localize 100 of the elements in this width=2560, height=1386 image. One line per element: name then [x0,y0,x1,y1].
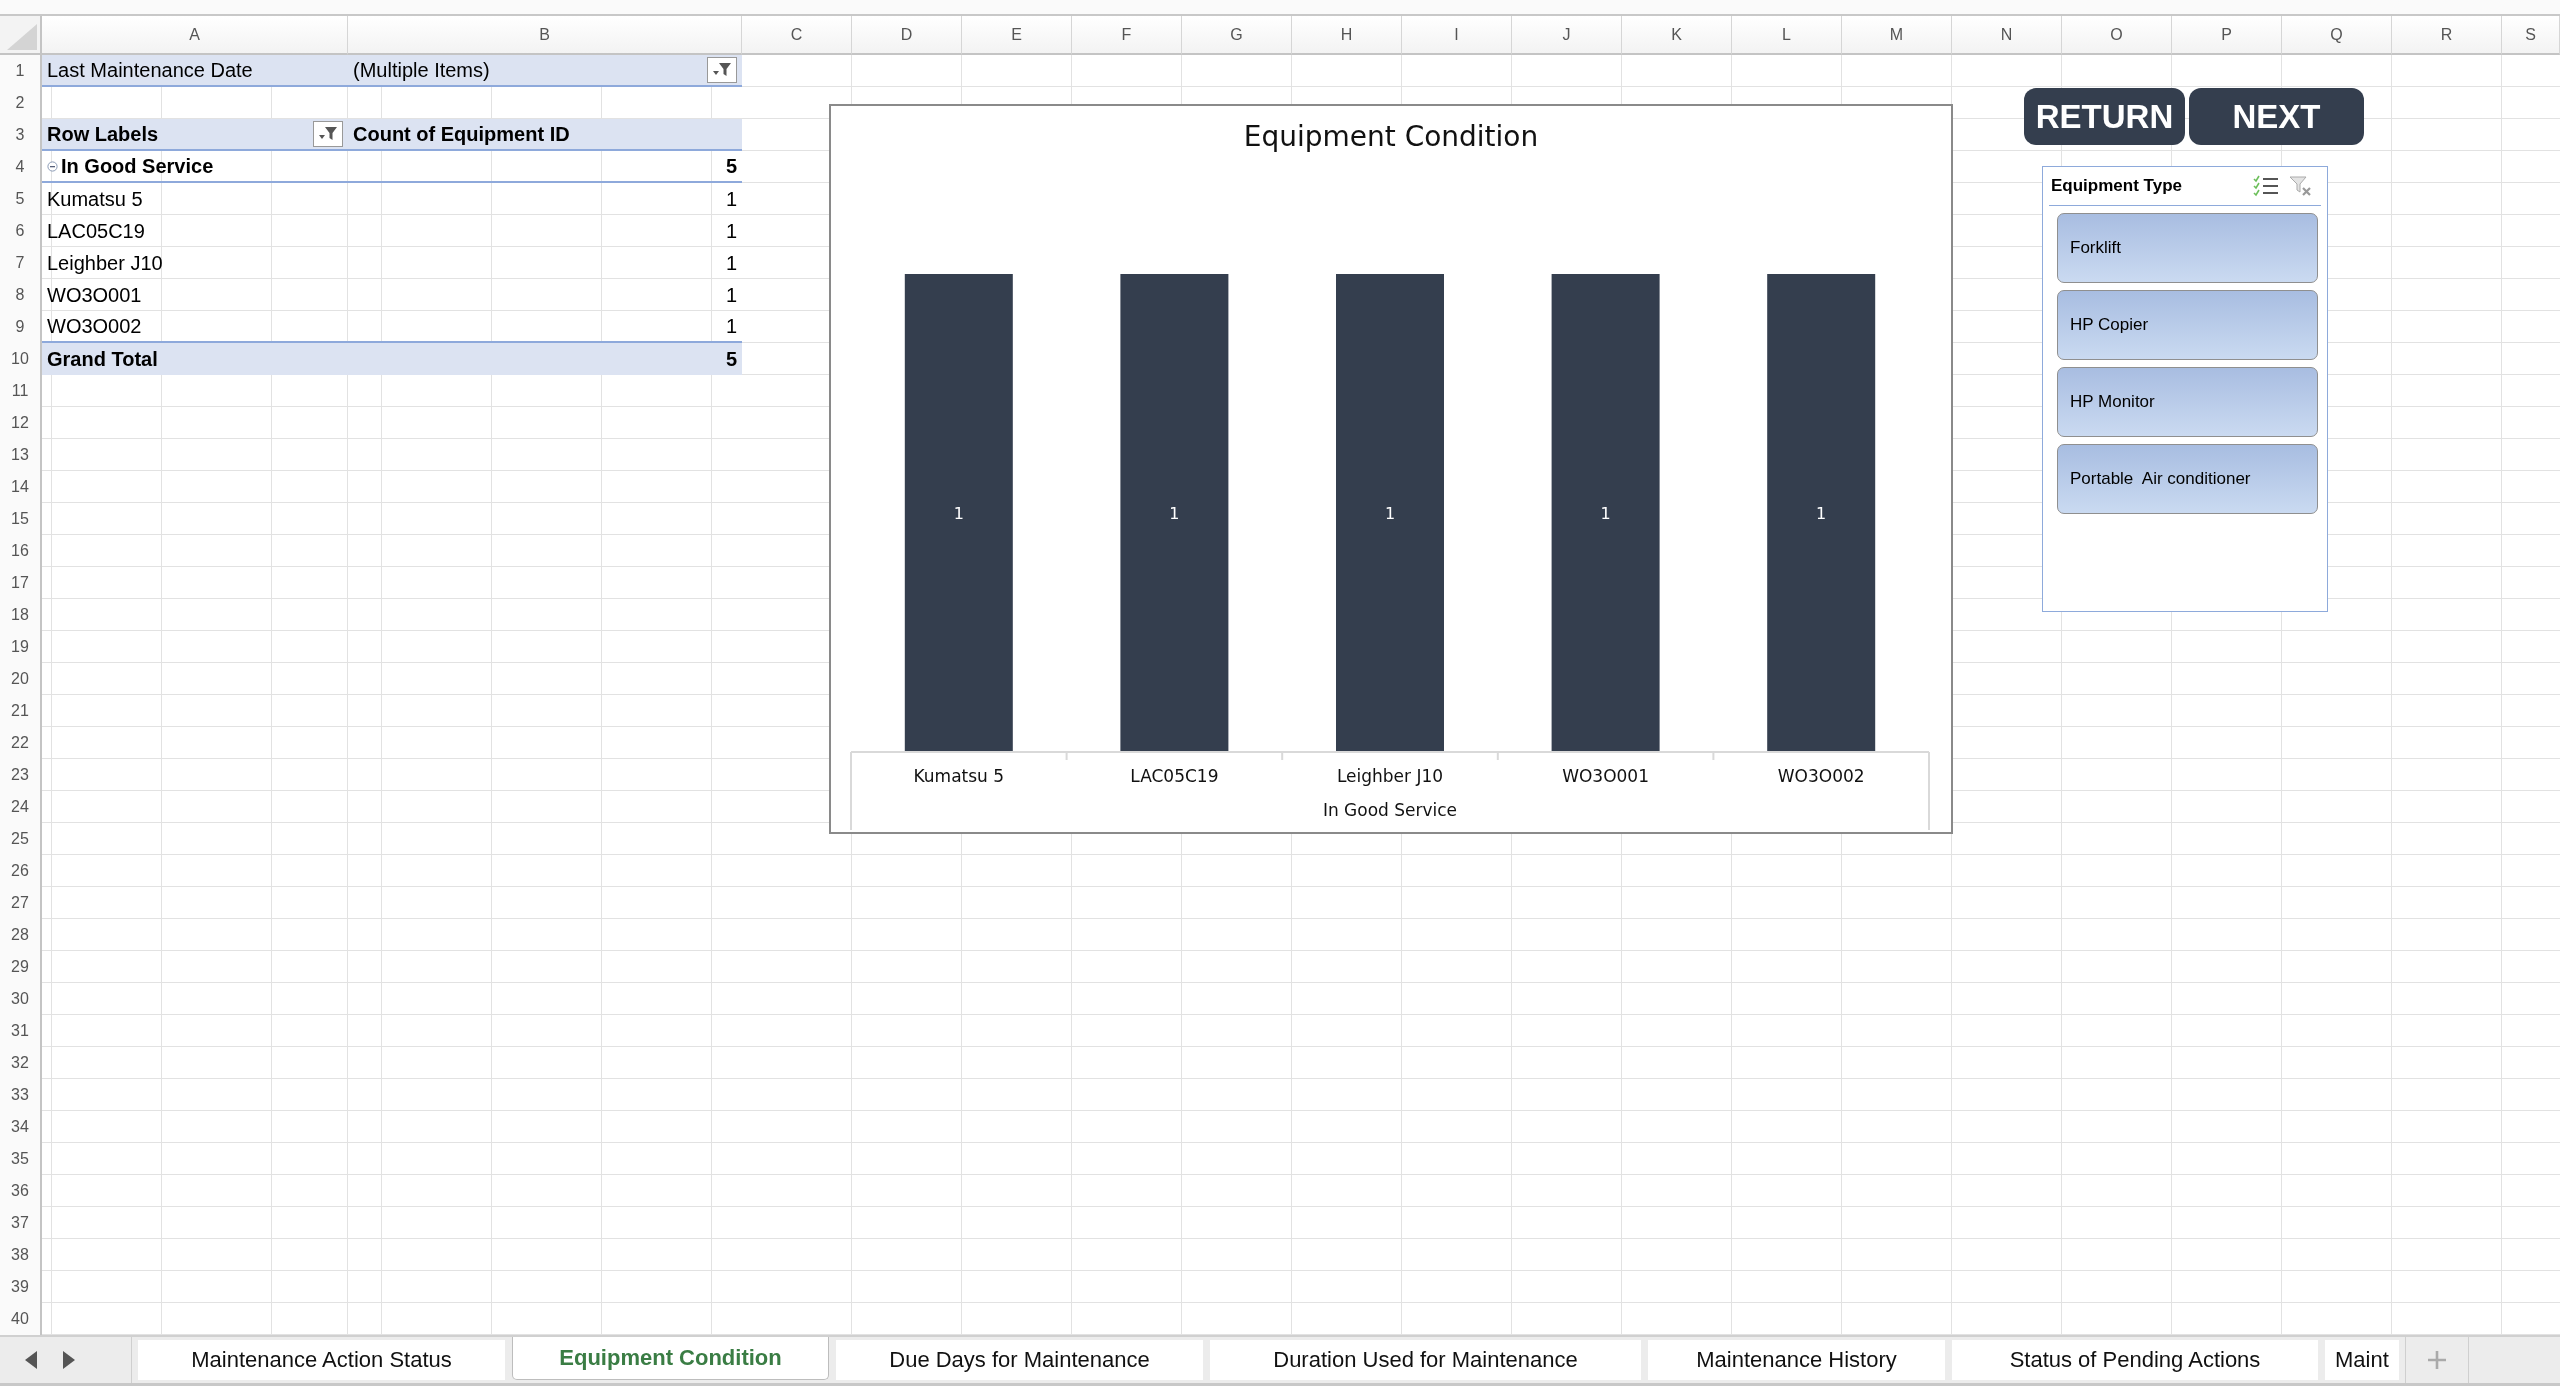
row-number[interactable]: 25 [0,823,42,855]
row-number[interactable]: 4 [0,151,42,183]
column-header[interactable]: P [2172,16,2282,55]
slicer-item[interactable]: Forklift [2057,213,2318,283]
row-number[interactable]: 39 [0,1271,42,1303]
column-header[interactable]: C [742,16,852,55]
row-number[interactable]: 11 [0,375,42,407]
column-header[interactable]: J [1512,16,1622,55]
group-label: In Good Service [61,154,214,178]
row-number[interactable]: 5 [0,183,42,215]
column-header[interactable]: K [1622,16,1732,55]
row-label: WO3O001 [47,283,142,307]
row-number[interactable]: 27 [0,887,42,919]
clear-filter-icon[interactable] [2289,175,2313,197]
row-number[interactable]: 8 [0,279,42,311]
row-number[interactable]: 3 [0,119,42,151]
column-header[interactable]: R [2392,16,2502,55]
row-number[interactable]: 24 [0,791,42,823]
row-number[interactable]: 21 [0,695,42,727]
column-header[interactable]: I [1402,16,1512,55]
row-number[interactable]: 12 [0,407,42,439]
row-number[interactable]: 36 [0,1175,42,1207]
nav-button[interactable]: NEXT [2189,88,2364,145]
row-number[interactable]: 34 [0,1111,42,1143]
column-header[interactable]: G [1182,16,1292,55]
filter-button[interactable] [707,57,737,83]
column-header[interactable]: F [1072,16,1182,55]
sheet-tab[interactable]: Status of Pending Actions [1952,1340,2318,1380]
row-number[interactable]: 15 [0,503,42,535]
nav-button[interactable]: RETURN [2024,88,2185,145]
row-number[interactable]: 20 [0,663,42,695]
category-label: Kumatsu 5 [913,766,1005,786]
slicer-title: Equipment Type [2051,176,2182,196]
row-number[interactable]: 9 [0,311,42,343]
row-number[interactable]: 37 [0,1207,42,1239]
row-number[interactable]: 22 [0,727,42,759]
row-label: LAC05C19 [47,219,145,243]
row-number[interactable]: 16 [0,535,42,567]
filter-button[interactable] [313,121,343,147]
value-header: Count of Equipment ID [353,122,570,146]
row-number[interactable]: 18 [0,599,42,631]
row-number[interactable]: 10 [0,343,42,375]
row-number[interactable]: 23 [0,759,42,791]
slicer-item[interactable]: HP Monitor [2057,367,2318,437]
column-header[interactable]: Q [2282,16,2392,55]
row-number[interactable]: 32 [0,1047,42,1079]
previous-sheet-icon[interactable] [24,1350,38,1370]
row-number[interactable]: 31 [0,1015,42,1047]
column-header[interactable]: B [348,16,742,55]
row-number[interactable]: 2 [0,87,42,119]
row-value: 1 [725,251,737,275]
grand-total-label: Grand Total [47,347,158,371]
row-number[interactable]: 13 [0,439,42,471]
row-number[interactable]: 28 [0,919,42,951]
row-number[interactable]: 38 [0,1239,42,1271]
category-label: Leighber J10 [1336,766,1444,786]
row-number[interactable]: 6 [0,215,42,247]
sheet-tab[interactable]: Maintenance History [1648,1340,1945,1380]
column-header[interactable]: M [1842,16,1952,55]
next-sheet-icon[interactable] [62,1350,76,1370]
column-header[interactable]: N [1952,16,2062,55]
row-labels-header: Row Labels [47,122,159,146]
filter-value: (Multiple Items) [353,58,490,82]
column-header[interactable]: H [1292,16,1402,55]
data-label: 1 [953,504,964,523]
row-number[interactable]: 17 [0,567,42,599]
data-label: 1 [1600,504,1611,523]
row-value: 1 [725,187,737,211]
sheet-tab[interactable]: Equipment Condition [512,1337,829,1380]
row-number[interactable]: 33 [0,1079,42,1111]
category-label: WO3O001 [1562,766,1649,786]
sheet-tab[interactable]: Maintenance Action Status [138,1340,505,1380]
row-number[interactable]: 30 [0,983,42,1015]
data-label: 1 [1169,504,1180,523]
collapse-icon[interactable] [47,160,58,172]
row-number[interactable]: 7 [0,247,42,279]
row-number[interactable]: 26 [0,855,42,887]
row-number[interactable]: 40 [0,1303,42,1335]
sheet-tab[interactable]: Duration Used for Maintenance [1210,1340,1641,1380]
column-header[interactable]: S [2502,16,2560,55]
row-number[interactable]: 1 [0,55,42,87]
row-value: 1 [725,219,737,243]
slicer-item[interactable]: HP Copier [2057,290,2318,360]
column-header[interactable]: L [1732,16,1842,55]
column-header[interactable]: D [852,16,962,55]
slicer-item[interactable]: Portable Air conditioner [2057,444,2318,514]
filter-icon [318,125,338,143]
column-header[interactable]: A [42,16,348,55]
row-number[interactable]: 19 [0,631,42,663]
row-value: 1 [725,283,737,307]
multi-select-icon[interactable] [2253,175,2279,197]
row-number[interactable]: 14 [0,471,42,503]
row-number[interactable]: 29 [0,951,42,983]
column-header[interactable]: O [2062,16,2172,55]
sheet-tab[interactable]: Due Days for Maintenance [836,1340,1203,1380]
category-label: LAC05C19 [1130,766,1219,786]
row-number[interactable]: 35 [0,1143,42,1175]
sheet-tab[interactable]: Maint [2325,1340,2399,1380]
chart-title: Equipment Condition [1243,120,1539,153]
column-header[interactable]: E [962,16,1072,55]
